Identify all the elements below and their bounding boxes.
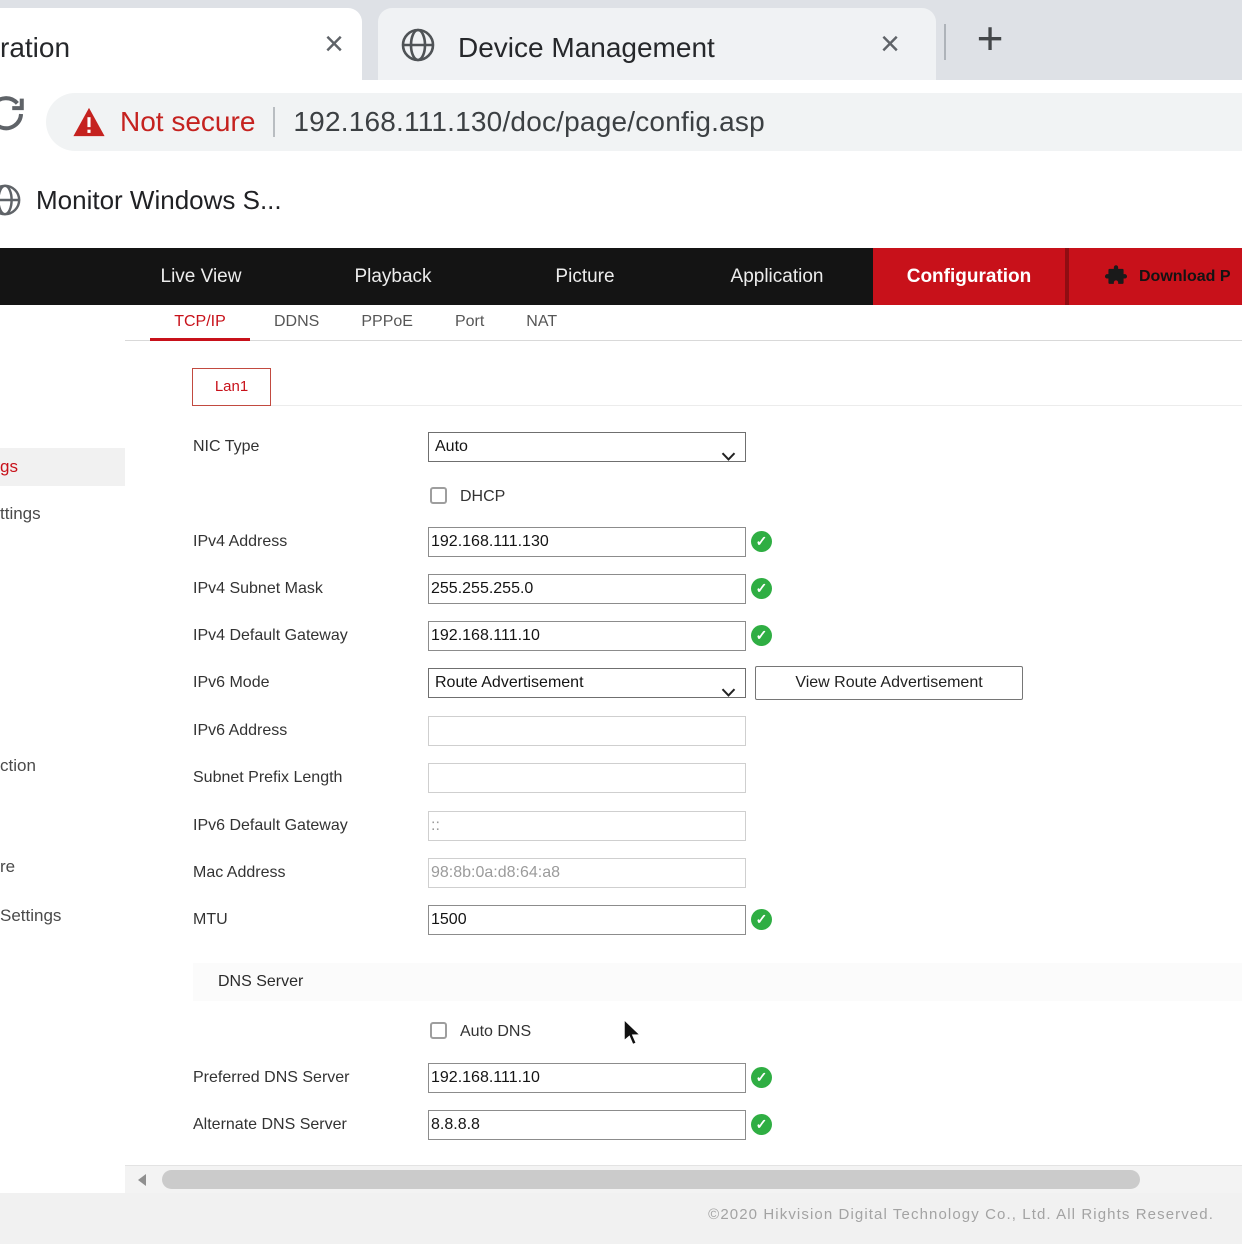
chevron-down-icon xyxy=(721,443,736,471)
ipv6-mode-label: IPv6 Mode xyxy=(193,668,425,698)
valid-check-icon: ✓ xyxy=(751,909,772,930)
auto-dns-checkbox-label: Auto DNS xyxy=(460,1022,531,1041)
ipv6-default-gateway-input xyxy=(428,811,746,841)
mtu-label: MTU xyxy=(193,905,425,935)
ipv6-address-input xyxy=(428,716,746,746)
mouse-cursor xyxy=(618,1018,646,1048)
lan1-tab[interactable]: Lan1 xyxy=(192,368,271,406)
dhcp-checkbox-label: DHCP xyxy=(460,487,505,506)
preferred-dns-server-label: Preferred DNS Server xyxy=(193,1063,425,1093)
valid-check-icon: ✓ xyxy=(751,1067,772,1088)
ipv4-default-gateway-label: IPv4 Default Gateway xyxy=(193,621,425,651)
mac-address-input xyxy=(428,858,746,888)
valid-check-icon: ✓ xyxy=(751,1114,772,1135)
subnet-prefix-length-label: Subnet Prefix Length xyxy=(193,763,425,793)
footer-bar: ©2020 Hikvision Digital Technology Co., … xyxy=(0,1193,1242,1244)
alternate-dns-server-input[interactable] xyxy=(428,1110,746,1140)
ipv4-address-input[interactable] xyxy=(428,527,746,557)
valid-check-icon: ✓ xyxy=(751,625,772,646)
scroll-left-arrow-icon[interactable] xyxy=(138,1174,146,1186)
dns-server-section-header: DNS Server xyxy=(193,963,1242,1001)
chevron-down-icon xyxy=(721,679,736,707)
scrollbar-thumb[interactable] xyxy=(162,1170,1140,1189)
ipv4-default-gateway-input[interactable] xyxy=(428,621,746,651)
view-route-advertisement-button[interactable]: View Route Advertisement xyxy=(755,666,1023,700)
ipv4-subnet-mask-input[interactable] xyxy=(428,574,746,604)
ipv4-address-label: IPv4 Address xyxy=(193,527,425,557)
auto-dns-checkbox[interactable] xyxy=(430,1022,447,1039)
select-value: Route Advertisement xyxy=(435,674,584,691)
copyright-text: ©2020 Hikvision Digital Technology Co., … xyxy=(708,1206,1214,1223)
subnet-prefix-length-input xyxy=(428,763,746,793)
ipv6-mode-select[interactable]: Route Advertisement xyxy=(428,668,746,698)
preferred-dns-server-input[interactable] xyxy=(428,1063,746,1093)
nic-type-select[interactable]: Auto xyxy=(428,432,746,462)
screen: ration × Device Management × + xyxy=(0,0,1242,1244)
lan-tab-underline xyxy=(192,405,1242,406)
select-value: Auto xyxy=(435,438,468,455)
valid-check-icon: ✓ xyxy=(751,531,772,552)
ipv6-default-gateway-label: IPv6 Default Gateway xyxy=(193,811,425,841)
ipv4-subnet-mask-label: IPv4 Subnet Mask xyxy=(193,574,425,604)
tcpip-form: Lan1 NIC Type Auto DHCP IPv4 Address ✓ IPv4 S… xyxy=(0,0,1242,1244)
mac-address-label: Mac Address xyxy=(193,858,425,888)
section-title: DNS Server xyxy=(218,973,303,990)
dhcp-checkbox[interactable] xyxy=(430,487,447,504)
ipv6-address-label: IPv6 Address xyxy=(193,716,425,746)
alternate-dns-server-label: Alternate DNS Server xyxy=(193,1110,425,1140)
mtu-input[interactable] xyxy=(428,905,746,935)
horizontal-scrollbar[interactable] xyxy=(125,1165,1242,1193)
nic-type-label: NIC Type xyxy=(193,432,425,462)
valid-check-icon: ✓ xyxy=(751,578,772,599)
